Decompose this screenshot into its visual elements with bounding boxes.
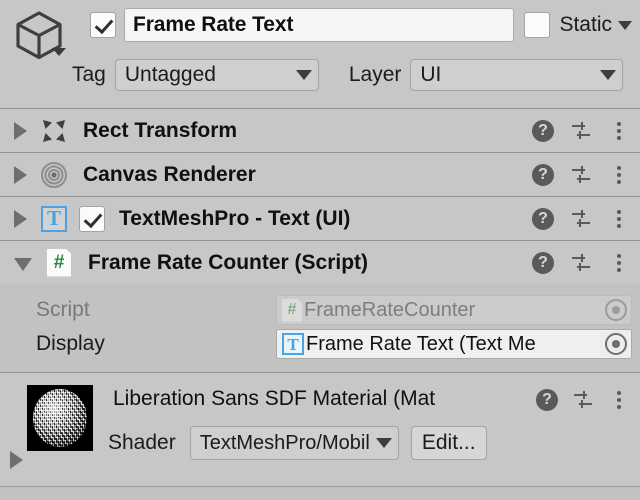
- help-icon[interactable]: ?: [532, 163, 554, 186]
- object-picker-icon[interactable]: [605, 333, 627, 355]
- foldout-arrow-icon[interactable]: [14, 121, 27, 140]
- layer-dropdown[interactable]: UI: [410, 59, 624, 91]
- component-title: TextMeshPro - Text (UI): [119, 206, 351, 230]
- csharp-script-icon: #: [44, 248, 74, 278]
- property-label: Display: [36, 332, 105, 355]
- textmeshpro-icon-glyph: T: [41, 205, 67, 232]
- property-label: Script: [36, 298, 90, 321]
- tag-label: Tag: [72, 63, 106, 86]
- kebab-menu-icon[interactable]: [608, 389, 630, 411]
- material-actions: ?: [536, 389, 630, 411]
- component-enabled-checkbox[interactable]: [79, 205, 105, 232]
- static-group: Static: [524, 12, 632, 38]
- display-object-field[interactable]: T Frame Rate Text (Text Me: [276, 329, 632, 359]
- material-sphere-preview: [27, 385, 93, 451]
- gameobject-icon-dropdown-caret[interactable]: [52, 48, 66, 56]
- preset-sliders-icon[interactable]: [570, 164, 592, 186]
- shader-row: Shader TextMeshPro/Mobile/Dista Edit...: [108, 425, 632, 461]
- preset-sliders-icon[interactable]: [570, 252, 592, 274]
- help-icon[interactable]: ?: [532, 251, 554, 274]
- layer-value: UI: [420, 63, 442, 86]
- tag-dropdown[interactable]: Untagged: [114, 59, 319, 91]
- gameobject-header: Frame Rate Text Static Tag Untagged Laye…: [0, 0, 640, 108]
- material-title: Liberation Sans SDF Material (Mat: [113, 387, 436, 410]
- gameobject-name-row: Frame Rate Text Static: [90, 8, 632, 42]
- preset-sliders-icon[interactable]: [570, 208, 592, 230]
- shader-dropdown[interactable]: TextMeshPro/Mobile/Dista: [189, 426, 399, 460]
- shader-label: Shader: [108, 431, 176, 454]
- component-header-rect-transform[interactable]: Rect Transform ?: [0, 108, 640, 152]
- textmeshpro-icon: T: [282, 333, 304, 355]
- property-row-display: Display T Frame Rate Text (Text Me: [0, 327, 640, 361]
- csharp-script-icon-glyph: #: [47, 248, 71, 277]
- component-actions: ?: [532, 109, 630, 152]
- component-header-frame-rate-counter[interactable]: # Frame Rate Counter (Script) ?: [0, 240, 640, 284]
- property-row-script: Script # FrameRateCounter: [0, 293, 640, 327]
- component-actions: ?: [532, 241, 630, 284]
- component-actions: ?: [532, 197, 630, 240]
- textmeshpro-icon: T: [39, 204, 69, 234]
- component-title: Canvas Renderer: [83, 162, 256, 186]
- gameobject-name-input[interactable]: Frame Rate Text: [124, 8, 515, 42]
- component-actions: ?: [532, 153, 630, 196]
- kebab-menu-icon[interactable]: [608, 120, 630, 142]
- static-checkbox[interactable]: [524, 12, 551, 38]
- help-icon[interactable]: ?: [536, 389, 558, 411]
- material-preview-sphere: [33, 389, 87, 447]
- help-icon[interactable]: ?: [532, 119, 554, 142]
- rect-transform-icon: [39, 116, 69, 146]
- static-label: Static: [559, 13, 612, 36]
- kebab-menu-icon[interactable]: [608, 208, 630, 230]
- foldout-arrow-icon[interactable]: [14, 209, 27, 228]
- frame-rate-counter-body: Script # FrameRateCounter Display T Fram…: [0, 284, 640, 372]
- csharp-script-icon: #: [282, 298, 302, 322]
- static-dropdown-caret-icon[interactable]: [618, 20, 632, 30]
- shader-value: TextMeshPro/Mobile/Dista: [199, 431, 370, 454]
- chevron-down-icon: [375, 438, 392, 448]
- script-object-value: FrameRateCounter: [304, 298, 476, 321]
- component-title: Rect Transform: [83, 118, 238, 142]
- bottom-divider: [0, 486, 640, 487]
- component-title: Frame Rate Counter (Script): [88, 250, 369, 274]
- kebab-menu-icon[interactable]: [608, 252, 630, 274]
- chevron-down-icon: [295, 70, 312, 80]
- kebab-menu-icon[interactable]: [608, 164, 630, 186]
- preset-sliders-icon[interactable]: [570, 120, 592, 142]
- edit-shader-button[interactable]: Edit...: [410, 426, 487, 460]
- display-object-value: Frame Rate Text (Text Me: [306, 332, 536, 355]
- tag-value: Untagged: [124, 63, 216, 86]
- help-icon[interactable]: ?: [532, 207, 554, 230]
- script-object-field: # FrameRateCounter: [276, 295, 632, 325]
- preset-sliders-icon[interactable]: [572, 389, 594, 411]
- chevron-down-icon: [600, 70, 617, 80]
- material-foldout-arrow-icon[interactable]: [10, 451, 23, 469]
- layer-label: Layer: [348, 63, 402, 86]
- foldout-arrow-icon[interactable]: [14, 258, 32, 271]
- gameobject-active-checkbox[interactable]: [90, 12, 116, 38]
- component-header-textmeshpro[interactable]: T TextMeshPro - Text (UI) ?: [0, 196, 640, 240]
- foldout-arrow-icon[interactable]: [14, 165, 27, 184]
- object-picker-icon: [605, 299, 627, 321]
- tag-layer-row: Tag Untagged Layer UI: [72, 58, 632, 92]
- canvas-renderer-icon: [39, 160, 69, 190]
- material-section: Liberation Sans SDF Material (Mat ? Shad…: [0, 372, 640, 487]
- component-header-canvas-renderer[interactable]: Canvas Renderer ?: [0, 152, 640, 196]
